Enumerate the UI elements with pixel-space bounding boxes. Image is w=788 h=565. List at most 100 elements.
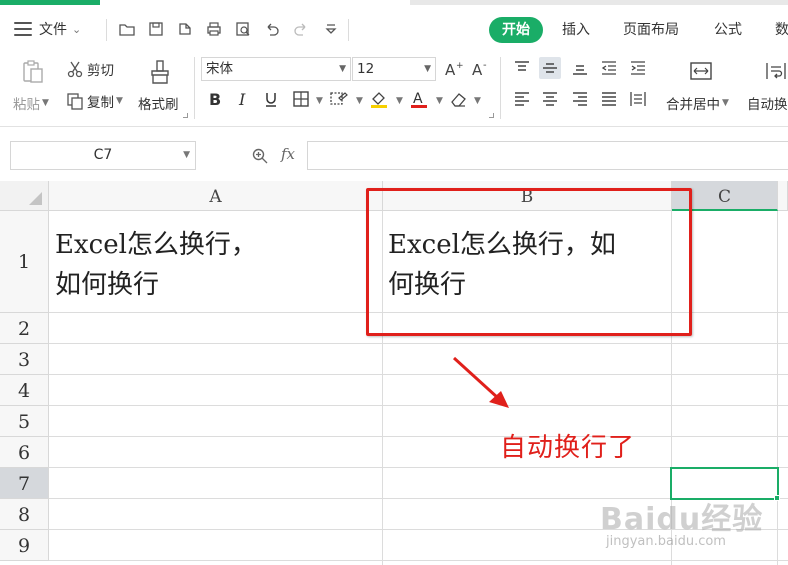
align-left-icon[interactable]: [511, 88, 533, 110]
row-header-4[interactable]: 4: [0, 375, 49, 406]
menu-divider: [348, 19, 349, 41]
chevron-down-icon[interactable]: ▼: [396, 96, 403, 106]
tab-page-layout[interactable]: 页面布局: [610, 17, 692, 43]
clipboard-group-launcher[interactable]: [183, 113, 188, 118]
name-box-value: C7: [93, 147, 113, 163]
ribbon-divider: [194, 57, 195, 119]
chevron-down-icon[interactable]: ▼: [436, 96, 443, 106]
cell-style-icon[interactable]: [328, 88, 350, 110]
undo-icon[interactable]: [263, 17, 281, 41]
row-header-8[interactable]: 8: [0, 499, 49, 530]
gridline: [49, 405, 788, 406]
customize-toolbar-icon[interactable]: [322, 17, 340, 41]
menu-bar: 文件 ⌄ 开始 插入 页面布局 公式 数: [0, 5, 788, 51]
file-menu[interactable]: 文件 ⌄: [14, 17, 81, 41]
cell-a1[interactable]: Excel怎么换行， 如何换行: [55, 225, 375, 305]
svg-text:A: A: [413, 91, 423, 107]
tab-insert[interactable]: 插入: [549, 17, 603, 43]
chevron-down-icon: ▼: [722, 98, 729, 108]
print-preview-icon[interactable]: [234, 17, 252, 41]
column-header-d[interactable]: [778, 181, 788, 211]
font-group-launcher[interactable]: [489, 113, 494, 118]
select-all-button[interactable]: [0, 181, 49, 211]
chevron-down-icon: ▼: [183, 150, 190, 160]
increase-font-size-icon[interactable]: A +: [443, 58, 465, 80]
watermark-url: jingyan.baidu.com: [606, 534, 726, 549]
increase-indent-icon[interactable]: [627, 57, 649, 79]
svg-text:I: I: [238, 90, 246, 108]
font-name-select[interactable]: 宋体 ▼: [201, 57, 351, 81]
chevron-down-icon[interactable]: ▼: [316, 96, 323, 106]
row-header-7[interactable]: 7: [0, 468, 49, 499]
formula-input[interactable]: [307, 141, 788, 170]
ribbon-divider: [500, 57, 501, 119]
chevron-down-icon: ▼: [42, 98, 49, 108]
decrease-indent-icon[interactable]: [598, 57, 620, 79]
decrease-font-size-icon[interactable]: A-: [470, 58, 492, 80]
wrap-text-icon[interactable]: [765, 60, 787, 82]
select-all-icon: [29, 192, 42, 205]
paste-button[interactable]: 粘贴 ▼: [13, 93, 49, 113]
gridline: [49, 436, 788, 437]
underline-icon[interactable]: [260, 88, 282, 110]
zoom-icon[interactable]: [251, 147, 269, 165]
scissors-icon: [67, 61, 83, 78]
chevron-down-icon[interactable]: ▼: [474, 96, 481, 106]
cut-button[interactable]: 剪切: [66, 59, 114, 79]
fill-color-icon[interactable]: [368, 88, 390, 110]
column-header-a[interactable]: A: [49, 181, 383, 211]
redo-icon[interactable]: [292, 17, 310, 41]
open-icon[interactable]: [118, 17, 136, 41]
gridline: [49, 343, 788, 344]
wrap-text-label: 自动换: [747, 97, 788, 113]
copy-button[interactable]: 复制 ▼: [66, 91, 123, 111]
paste-icon[interactable]: [20, 59, 46, 85]
merge-center-icon[interactable]: [689, 60, 713, 82]
row-header-1[interactable]: 1: [0, 211, 49, 313]
font-size-select[interactable]: 12 ▼: [352, 57, 436, 81]
chevron-down-icon: ▼: [116, 96, 123, 106]
merge-center-button[interactable]: 合并居中 ▼: [666, 93, 729, 113]
name-box[interactable]: C7 ▼: [10, 141, 196, 170]
tab-data[interactable]: 数: [762, 17, 788, 43]
align-bottom-icon[interactable]: [569, 57, 591, 79]
print-icon[interactable]: [205, 17, 223, 41]
menu-divider: [106, 19, 107, 41]
align-top-icon[interactable]: [511, 57, 533, 79]
row-header-9[interactable]: 9: [0, 530, 49, 561]
align-middle-icon[interactable]: [539, 57, 561, 79]
tab-formulas[interactable]: 公式: [701, 17, 755, 43]
align-right-icon[interactable]: [569, 88, 591, 110]
distributed-align-icon[interactable]: [627, 88, 649, 110]
row-header-6[interactable]: 6: [0, 437, 49, 468]
save-icon[interactable]: [147, 17, 165, 41]
chevron-down-icon: ▼: [424, 64, 431, 74]
hamburger-icon: [14, 22, 32, 36]
cut-label: 剪切: [87, 63, 114, 79]
svg-text:A: A: [472, 61, 483, 78]
tab-home[interactable]: 开始: [489, 17, 543, 43]
export-icon[interactable]: [176, 17, 194, 41]
font-color-icon[interactable]: A: [408, 88, 430, 110]
format-painter-button[interactable]: 格式刷: [138, 93, 179, 113]
align-center-icon[interactable]: [539, 88, 561, 110]
italic-icon[interactable]: I: [232, 88, 254, 110]
justify-icon[interactable]: [598, 88, 620, 110]
annotation-text: 自动换行了: [500, 433, 636, 463]
wrap-text-button[interactable]: 自动换: [747, 93, 788, 113]
row-header-2[interactable]: 2: [0, 313, 49, 344]
borders-icon[interactable]: [290, 88, 312, 110]
svg-text:-: -: [483, 60, 487, 71]
chevron-down-icon: ⌄: [72, 22, 82, 36]
insert-function-button[interactable]: fx: [281, 145, 295, 163]
row-header-3[interactable]: 3: [0, 344, 49, 375]
row-header-5[interactable]: 5: [0, 406, 49, 437]
clear-format-icon[interactable]: [448, 88, 470, 110]
chevron-down-icon[interactable]: ▼: [356, 96, 363, 106]
font-size-value: 12: [357, 61, 375, 77]
watermark: Baidu经验 jingyan.baidu.com: [600, 486, 780, 562]
paste-label: 粘贴: [13, 97, 40, 113]
format-painter-icon[interactable]: [148, 59, 172, 85]
bold-icon[interactable]: B: [204, 88, 226, 110]
font-name-value: 宋体: [206, 61, 233, 77]
